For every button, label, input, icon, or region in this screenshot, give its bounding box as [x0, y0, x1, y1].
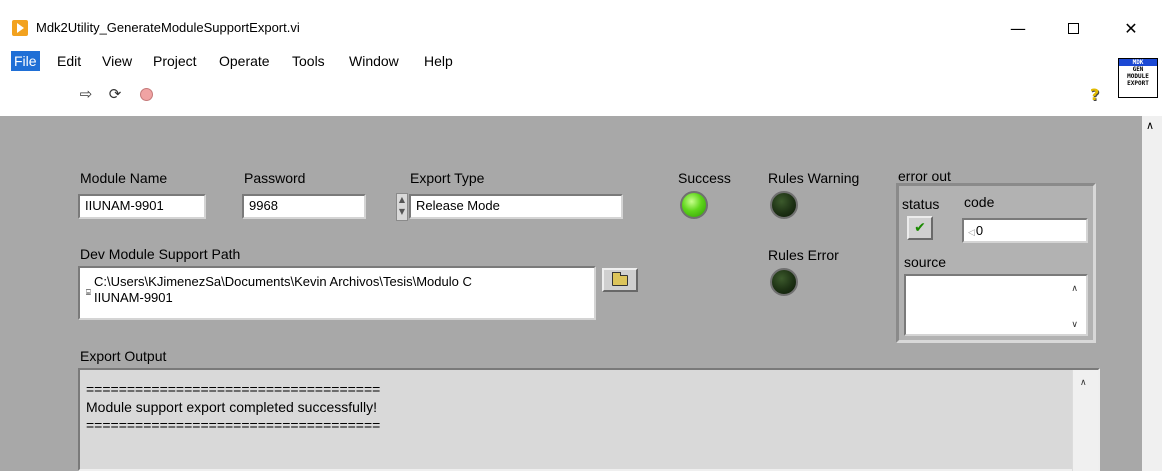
export-type-increment-decrement[interactable]: ▲ ▼	[396, 193, 408, 221]
menu-help[interactable]: Help	[424, 53, 453, 69]
dev-path-input[interactable]: ⌸ C:\Users\KJimenezSa\Documents\Kevin Ar…	[78, 266, 596, 320]
export-output-textbox[interactable]: ==================================== Modu…	[78, 368, 1100, 471]
error-out-label: error out	[898, 168, 951, 184]
password-input[interactable]: 9968	[242, 194, 366, 219]
menu-tools[interactable]: Tools	[292, 53, 325, 69]
rules-error-label: Rules Error	[768, 247, 839, 263]
rules-error-led	[770, 268, 798, 296]
browse-folder-button[interactable]	[602, 268, 638, 292]
code-label: code	[964, 194, 995, 210]
menu-bar: File Edit View Project Operate Tools Win…	[0, 50, 1110, 72]
dev-path-value: C:\Users\KJimenezSa\Documents\Kevin Arch…	[94, 274, 472, 305]
dev-path-label: Dev Module Support Path	[80, 246, 241, 262]
title-bar: Mdk2Utility_GenerateModuleSupportExport.…	[0, 0, 1162, 50]
menu-window[interactable]: Window	[349, 53, 399, 69]
status-checkmark-icon: ✔	[907, 216, 933, 240]
error-code-field: ◁0	[962, 218, 1088, 243]
panel-vertical-scrollbar[interactable]	[1142, 116, 1162, 471]
minimize-button[interactable]: —	[995, 14, 1041, 42]
menu-edit[interactable]: Edit	[57, 53, 81, 69]
chevron-down-icon[interactable]: ∨	[1071, 320, 1078, 330]
close-button[interactable]: ✕	[1108, 14, 1154, 42]
chevron-up-icon[interactable]: ∧	[1080, 378, 1087, 388]
chevron-up-icon[interactable]: ∧	[1071, 284, 1078, 294]
abort-execution-icon[interactable]	[136, 84, 156, 104]
source-label: source	[904, 254, 947, 270]
rules-warning-label: Rules Warning	[768, 170, 860, 186]
scroll-up-arrow-icon[interactable]: ∧	[1146, 119, 1154, 132]
export-type-ring[interactable]: Release Mode	[409, 194, 623, 219]
rules-warning-led	[770, 191, 798, 219]
error-source-field: ∧ ∨	[904, 274, 1088, 336]
menu-project[interactable]: Project	[153, 53, 197, 69]
maximize-button[interactable]	[1050, 14, 1096, 42]
run-arrow-icon[interactable]: ⇨	[76, 84, 96, 104]
window-title: Mdk2Utility_GenerateModuleSupportExport.…	[36, 20, 300, 35]
password-label: Password	[244, 170, 306, 186]
menu-file[interactable]: File	[11, 51, 40, 71]
success-label: Success	[678, 170, 731, 186]
module-name-label: Module Name	[80, 170, 168, 186]
code-stepper-icon: ◁	[968, 227, 975, 237]
success-led	[680, 191, 708, 219]
menu-view[interactable]: View	[102, 53, 132, 69]
module-name-input[interactable]: IIUNAM-9901	[78, 194, 206, 219]
labview-app-icon	[12, 20, 28, 36]
menu-operate[interactable]: Operate	[219, 53, 270, 69]
run-continuously-icon[interactable]: ⟳	[105, 84, 125, 104]
path-icon: ⌸	[86, 288, 91, 297]
export-output-text: ==================================== Modu…	[86, 381, 381, 433]
context-help-icon[interactable]: ?	[1090, 85, 1108, 105]
maximize-icon	[1067, 22, 1079, 34]
export-type-label: Export Type	[410, 170, 485, 186]
export-output-label: Export Output	[80, 348, 167, 364]
folder-icon	[612, 271, 628, 286]
status-label: status	[902, 196, 940, 212]
vi-icon: MDK GEN MODULE EXPORT	[1118, 58, 1158, 98]
toolbar: ⇨ ⟳	[0, 80, 1110, 110]
